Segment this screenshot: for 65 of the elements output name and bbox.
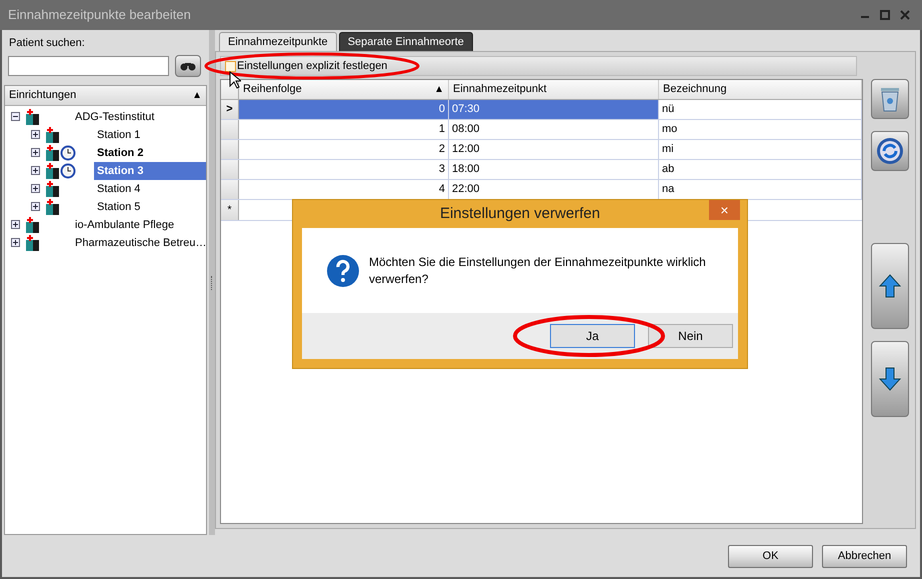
footer-button[interactable]: OK (728, 544, 813, 568)
table-cell: 2 (239, 140, 449, 159)
clock-icon (60, 162, 76, 178)
collapse-icon[interactable] (11, 112, 20, 121)
sort-glyph: ▲ (434, 83, 444, 97)
dialog-title: Einstellungen verwerfen (440, 204, 600, 224)
expand-icon[interactable] (31, 202, 40, 211)
checkbox[interactable] (225, 60, 236, 72)
patient-search-field[interactable] (8, 56, 169, 76)
expand-icon[interactable] (31, 130, 40, 139)
expand-icon[interactable] (31, 166, 40, 175)
table-cell: 12:00 (449, 140, 659, 159)
delete-button[interactable] (871, 79, 909, 119)
tree-item[interactable]: Pharmazeutische Betreu… (72, 234, 210, 252)
trash-icon (880, 86, 900, 112)
refresh-icon (876, 137, 904, 165)
table-cell: nü (659, 100, 862, 119)
arrow-up-icon (879, 274, 901, 298)
tree-item[interactable]: Station 2 (94, 144, 146, 162)
table-cell: 07:30 (449, 100, 659, 119)
search-button[interactable] (175, 54, 201, 76)
expand-icon[interactable] (31, 184, 40, 193)
tree-item[interactable]: Station 1 (94, 126, 144, 144)
dialog-button[interactable]: Ja (550, 324, 635, 348)
column-header[interactable]: Bezeichnung (659, 80, 862, 99)
tree-item[interactable]: io-Ambulante Pflege (72, 216, 178, 234)
arrow-down-icon (879, 367, 901, 391)
table-cell: 0 (239, 100, 449, 119)
tree-header[interactable]: Einrichtungen ▲ (5, 86, 206, 106)
move-down-button[interactable] (871, 341, 909, 417)
expand-icon[interactable] (31, 148, 40, 157)
patient-search-label: Patient suchen: (9, 36, 86, 51)
tree-item[interactable]: Station 3 (94, 162, 206, 180)
close-icon[interactable] (900, 10, 910, 20)
move-up-button[interactable] (871, 243, 909, 329)
column-header[interactable]: Einnahmezeitpunkt (449, 80, 659, 99)
tree-header-label: Einrichtungen (9, 88, 76, 103)
dialog-close-button[interactable]: × (709, 200, 740, 220)
row-header[interactable]: * (221, 200, 239, 220)
table-cell: 1 (239, 120, 449, 139)
refresh-button[interactable] (871, 131, 909, 171)
table-cell: mi (659, 140, 862, 159)
table-cell: mo (659, 120, 862, 139)
sort-glyph: ▲ (192, 88, 202, 102)
table-cell: 18:00 (449, 160, 659, 179)
table-cell: ab (659, 160, 862, 179)
tree-item[interactable]: Station 5 (94, 198, 144, 216)
table-cell: 08:00 (449, 120, 659, 139)
dialog-message: Möchten Sie die Einstellungen der Einnahmezeitpunkte wirklich verwerfen? (369, 254, 707, 288)
dialog-button[interactable]: Nein (648, 324, 733, 348)
tree-item[interactable]: Station 4 (94, 180, 144, 198)
row-header[interactable]: > (221, 100, 239, 119)
clock-icon (60, 144, 76, 160)
tab[interactable]: Separate Einnahmeorte (338, 32, 473, 51)
expand-icon[interactable] (11, 238, 20, 247)
tab[interactable]: Einnahmezeitpunkte (219, 32, 337, 51)
footer-button[interactable]: Abbrechen (822, 544, 907, 568)
expand-icon[interactable] (11, 220, 20, 229)
window-title: Einnahmezeitpunkte bearbeiten (8, 6, 192, 24)
question-icon (327, 254, 359, 286)
table-cell: 3 (239, 160, 449, 179)
tree-item[interactable]: ADG-Testinstitut (72, 108, 158, 126)
maximize-icon[interactable] (880, 10, 890, 20)
binoculars-icon (180, 60, 196, 70)
checkbox-label: Einstellungen explizit festlegen (237, 58, 388, 74)
